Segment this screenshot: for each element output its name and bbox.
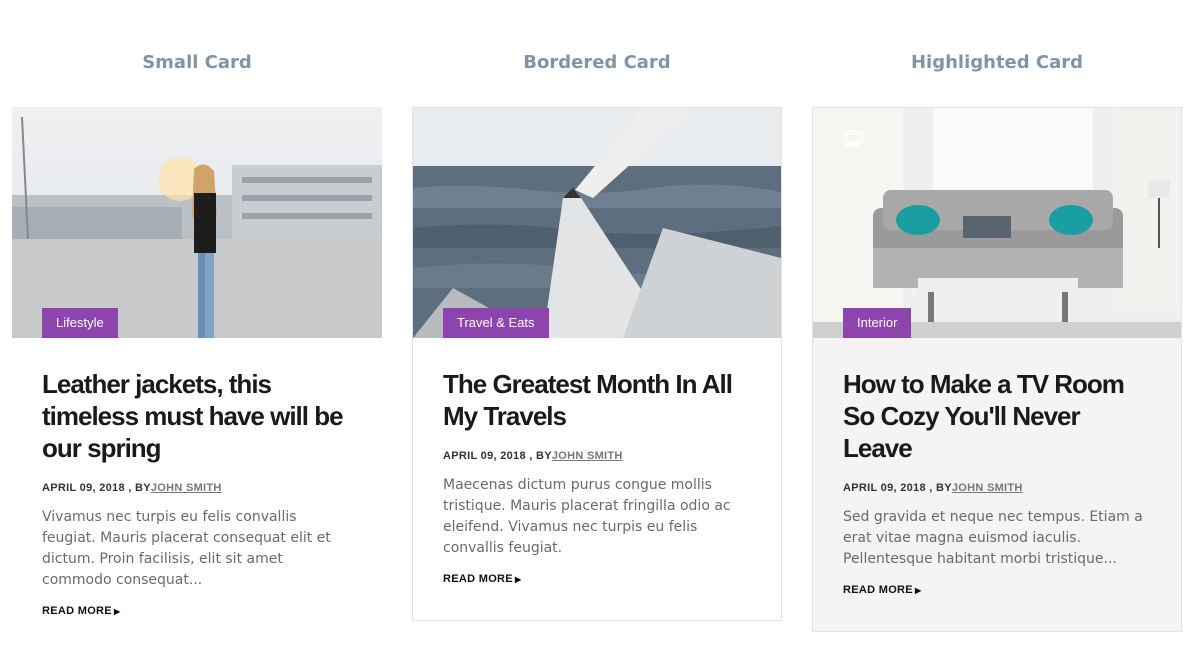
post-meta: APRIL 09, 2018 , BYJOHN SMITH	[843, 482, 1151, 494]
column-heading-bordered: Bordered Card	[523, 52, 671, 73]
author-link[interactable]: JOHN SMITH	[151, 482, 222, 494]
read-more-label: READ MORE	[443, 573, 513, 585]
post-meta: APRIL 09, 2018 , BYJOHN SMITH	[42, 482, 352, 494]
card-title[interactable]: The Greatest Month In All My Travels	[443, 368, 751, 432]
read-more-link[interactable]: READ MORE ▶	[843, 584, 921, 596]
post-date: APRIL 09, 2018	[42, 482, 125, 494]
by-label: , BY	[525, 450, 552, 462]
post-date: APRIL 09, 2018	[843, 482, 926, 494]
small-card: Lifestyle Leather jackets, this timeless…	[12, 107, 382, 618]
card-body: How to Make a TV Room So Cozy You'll Nev…	[813, 338, 1181, 597]
read-more-label: READ MORE	[42, 605, 112, 617]
category-tag[interactable]: Interior	[843, 308, 912, 338]
caret-right-icon: ▶	[914, 586, 922, 595]
author-link[interactable]: JOHN SMITH	[552, 450, 623, 462]
card-body: Leather jackets, this timeless must have…	[12, 338, 382, 618]
by-label: , BY	[124, 482, 151, 494]
bordered-card: Travel & Eats The Greatest Month In All …	[412, 107, 782, 621]
read-more-label: READ MORE	[843, 584, 913, 596]
by-label: , BY	[925, 482, 952, 494]
category-tag[interactable]: Lifestyle	[42, 308, 118, 338]
caret-right-icon: ▶	[514, 575, 522, 584]
column-heading-highlighted: Highlighted Card	[910, 52, 1084, 73]
card-excerpt: Sed gravida et neque nec tempus. Etiam a…	[843, 509, 1143, 567]
card-image-lifestyle[interactable]: Lifestyle	[12, 107, 382, 338]
card-image-travel[interactable]: Travel & Eats	[413, 108, 781, 338]
highlighted-card: Interior How to Make a TV Room So Cozy Y…	[812, 107, 1182, 632]
card-excerpt: Vivamus nec turpis eu felis convallis fe…	[42, 509, 331, 588]
card-title[interactable]: Leather jackets, this timeless must have…	[42, 368, 352, 464]
card-excerpt: Maecenas dictum purus congue mollis tris…	[443, 477, 731, 556]
read-more-link[interactable]: READ MORE ▶	[443, 573, 521, 585]
gallery-icon	[843, 130, 865, 152]
post-meta: APRIL 09, 2018 , BYJOHN SMITH	[443, 450, 751, 462]
card-title[interactable]: How to Make a TV Room So Cozy You'll Nev…	[843, 368, 1151, 464]
lifestyle-photo	[12, 107, 382, 338]
category-tag[interactable]: Travel & Eats	[443, 308, 549, 338]
sailboat-photo	[413, 108, 781, 338]
card-image-interior[interactable]: Interior	[813, 108, 1181, 338]
read-more-link[interactable]: READ MORE ▶	[42, 605, 120, 617]
column-heading-small: Small Card	[142, 52, 252, 73]
living-room-photo	[813, 108, 1181, 338]
caret-right-icon: ▶	[113, 607, 121, 616]
post-date: APRIL 09, 2018	[443, 450, 526, 462]
card-body: The Greatest Month In All My Travels APR…	[413, 338, 781, 586]
author-link[interactable]: JOHN SMITH	[952, 482, 1023, 494]
